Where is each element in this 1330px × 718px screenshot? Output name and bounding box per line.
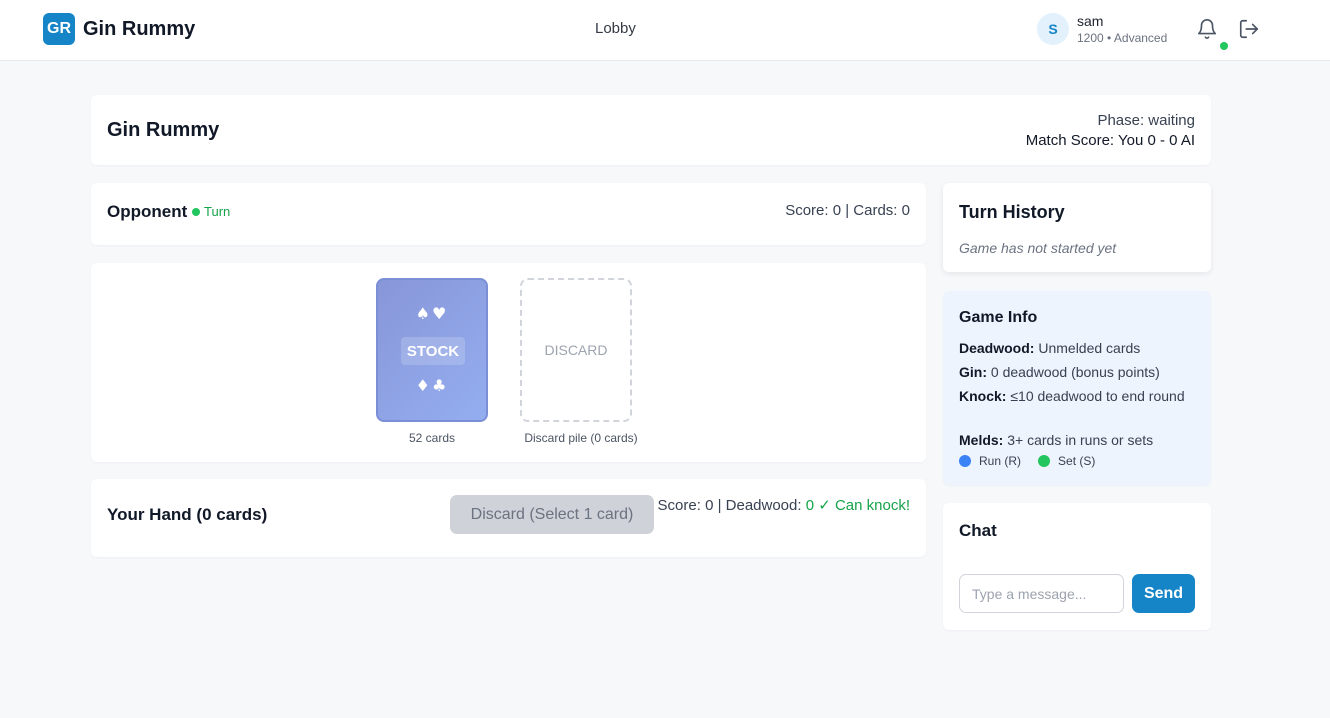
table-area: ♠♥ STOCK ♦♣ 52 cards DISCARD Discard pil…: [91, 263, 926, 462]
bell-icon[interactable]: [1196, 18, 1218, 40]
notification-dot: [1220, 42, 1228, 50]
run-dot-icon: [959, 455, 971, 467]
discard-pile[interactable]: DISCARD: [520, 278, 632, 422]
rule-gin: Gin: 0 deadwood (bonus points): [959, 364, 1160, 380]
game-phase: Phase: waiting: [1097, 112, 1195, 129]
hand-stats: Score: 0 | Deadwood: 0 ✓ Can knock!: [658, 496, 910, 514]
hand-title: Your Hand (0 cards): [107, 505, 268, 524]
nav-link-lobby[interactable]: Lobby: [595, 20, 636, 37]
opponent-panel: Opponent Turn Score: 0 | Cards: 0: [91, 183, 926, 245]
page-title: Gin Rummy: [107, 119, 220, 141]
discard-label: DISCARD: [544, 342, 608, 358]
discard-button[interactable]: Discard (Select 1 card): [450, 495, 654, 534]
user-rating: 1200 • Advanced: [1077, 30, 1168, 45]
turn-dot-icon: [192, 207, 200, 216]
chat-input[interactable]: [959, 574, 1124, 613]
rule-melds: Melds: 3+ cards in runs or sets: [959, 432, 1154, 448]
turn-history-empty: Game has not started yet: [959, 240, 1117, 256]
app-name: Gin Rummy: [83, 17, 196, 40]
stock-pile[interactable]: ♠♥ STOCK ♦♣: [376, 278, 488, 422]
hand-score-deadwood: Score: 0 | Deadwood:: [657, 497, 806, 514]
knock-status: 0 ✓ Can knock!: [805, 497, 910, 514]
match-score: Match Score: You 0 - 0 AI: [1025, 132, 1195, 149]
chat-panel: Chat Send: [943, 503, 1211, 630]
game-info-title: Game Info: [959, 309, 1038, 326]
game-info-panel: Game Info Deadwood: Unmelded cards Gin: …: [943, 291, 1211, 485]
hand-panel: Your Hand (0 cards) Discard (Select 1 ca…: [91, 479, 926, 557]
suits-icon: ♠♥: [415, 304, 449, 323]
turn-history-title: Turn History: [959, 202, 1065, 222]
turn-indicator: Turn: [192, 204, 230, 219]
brand-logo: GR: [43, 13, 75, 45]
turn-history-panel: Turn History Game has not started yet: [943, 183, 1211, 272]
user-profile[interactable]: S sam 1200 • Advanced: [1037, 13, 1168, 46]
user-name: sam: [1077, 13, 1104, 29]
rule-knock: Knock: ≤10 deadwood to end round: [959, 388, 1185, 404]
game-header-panel: Gin Rummy Phase: waiting Match Score: Yo…: [91, 95, 1211, 165]
suits-icon: ♦♣: [415, 376, 449, 395]
send-button[interactable]: Send: [1132, 574, 1195, 613]
opponent-label: Opponent: [107, 202, 188, 221]
avatar: S: [1037, 13, 1069, 46]
stock-count: 52 cards: [408, 431, 456, 445]
set-dot-icon: [1038, 455, 1051, 467]
chat-title: Chat: [959, 521, 997, 540]
stock-label: STOCK: [401, 337, 465, 365]
legend-set: Set (S): [1038, 454, 1095, 468]
rule-deadwood: Deadwood: Unmelded cards: [959, 340, 1141, 356]
logout-icon[interactable]: [1238, 18, 1260, 40]
turn-label: Turn: [204, 204, 231, 219]
opponent-stats: Score: 0 | Cards: 0: [785, 202, 910, 219]
brand[interactable]: GR Gin Rummy: [43, 13, 195, 45]
meld-legend: Run (R) Set (S): [959, 454, 1112, 468]
top-navbar: GR Gin Rummy Lobby S sam 1200 • Advanced: [0, 0, 1330, 61]
discard-count: Discard pile (0 cards): [524, 431, 638, 445]
legend-run: Run (R): [959, 454, 1021, 468]
